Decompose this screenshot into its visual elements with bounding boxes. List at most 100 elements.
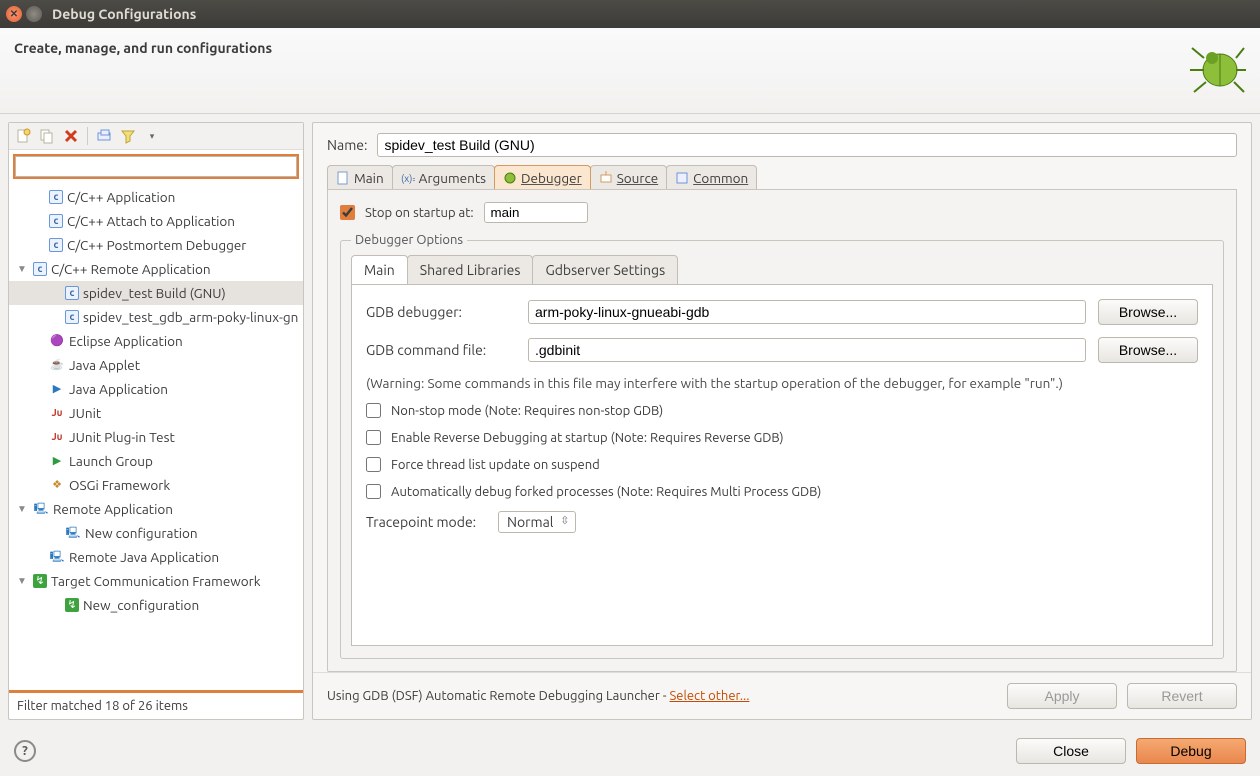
gdb-debugger-input[interactable] (528, 300, 1086, 324)
dialog-button-bar: ? Close Debug (0, 728, 1260, 776)
tree-item[interactable]: 🟣Eclipse Application (9, 329, 303, 353)
close-button[interactable]: Close (1016, 738, 1126, 764)
configurations-tree-panel: ▾ cC/C++ ApplicationcC/C++ Attach to App… (8, 122, 304, 720)
window-title: Debug Configurations (52, 6, 196, 22)
tree-item[interactable]: cC/C++ Application (9, 185, 303, 209)
debugger-options-legend: Debugger Options (351, 233, 467, 247)
tree-item-label: spidev_test Build (GNU) (83, 283, 226, 303)
tree-item[interactable]: 🖳New configuration (9, 521, 303, 545)
tree-item[interactable]: cC/C++ Postmortem Debugger (9, 233, 303, 257)
tree-item-label: spidev_test_gdb_arm-poky-linux-gn (83, 307, 298, 327)
filter-status: Filter matched 18 of 26 items (9, 690, 303, 719)
gdb-browse-button[interactable]: Browse... (1098, 299, 1198, 325)
subtab-shared-libraries[interactable]: Shared Libraries (407, 255, 534, 285)
duplicate-config-icon[interactable] (39, 128, 55, 144)
name-input[interactable] (377, 133, 1237, 157)
tree-item-label: OSGi Framework (69, 475, 170, 495)
debug-button[interactable]: Debug (1136, 738, 1246, 764)
tree-item[interactable]: cspidev_test_gdb_arm-poky-linux-gn (9, 305, 303, 329)
dialog-heading: Create, manage, and run configurations (14, 40, 272, 56)
tree-item-label: Remote Java Application (69, 547, 219, 567)
tab-common[interactable]: Common (666, 165, 757, 189)
delete-config-icon[interactable] (63, 128, 79, 144)
gdb-debugger-label: GDB debugger: (366, 304, 516, 320)
tree-item-label: C/C++ Postmortem Debugger (67, 235, 246, 255)
common-icon (675, 171, 689, 185)
args-icon: (x)= (401, 171, 415, 185)
apply-button[interactable]: Apply (1007, 683, 1117, 709)
tree-item[interactable]: ↯New_configuration (9, 593, 303, 617)
launcher-prefix: Using GDB (DSF) Automatic Remote Debuggi… (327, 689, 669, 703)
help-button[interactable]: ? (14, 740, 36, 762)
tree-item[interactable]: cspidev_test Build (GNU) (9, 281, 303, 305)
stop-on-startup-label: Stop on startup at: (365, 206, 474, 220)
tree-item-label: JUnit (69, 403, 101, 423)
filter-config-icon[interactable] (120, 128, 136, 144)
tree-item[interactable]: ▶Java Application (9, 377, 303, 401)
tree-item[interactable]: ▶Launch Group (9, 449, 303, 473)
tree-item[interactable]: JυJUnit Plug-in Test (9, 425, 303, 449)
window-close-button[interactable]: ✕ (6, 6, 22, 22)
tree-item[interactable]: ☕Java Applet (9, 353, 303, 377)
tree-item[interactable]: 🖳Remote Java Application (9, 545, 303, 569)
tree-item[interactable]: JυJUnit (9, 401, 303, 425)
source-icon (599, 171, 613, 185)
svg-text:(x)=: (x)= (401, 173, 415, 184)
name-label: Name: (327, 137, 367, 153)
doc-icon (336, 171, 350, 185)
launcher-row: Using GDB (DSF) Automatic Remote Debuggi… (313, 672, 1251, 719)
tree-item-label: New_configuration (83, 595, 199, 615)
gdb-cmdfile-input[interactable] (528, 338, 1086, 362)
tree-item-label: New configuration (85, 523, 198, 543)
debugger-subtabs: Main Shared Libraries Gdbserver Settings (351, 255, 1213, 285)
gdb-cmdfile-label: GDB command file: (366, 342, 516, 358)
tab-arguments[interactable]: (x)=Arguments (392, 165, 495, 189)
tree-item[interactable]: ❖OSGi Framework (9, 473, 303, 497)
force-thread-checkbox[interactable] (366, 457, 381, 472)
new-config-icon[interactable] (15, 128, 31, 144)
collapse-all-icon[interactable] (96, 128, 112, 144)
toolbar-separator (87, 127, 88, 145)
tree-arrow-icon: ▼ (17, 259, 29, 279)
tree-item[interactable]: ▼↯Target Communication Framework (9, 569, 303, 593)
stop-on-startup-checkbox[interactable] (340, 205, 355, 220)
titlebar: ✕ Debug Configurations (0, 0, 1260, 28)
dialog-content: ▾ cC/C++ ApplicationcC/C++ Attach to App… (0, 114, 1260, 728)
tracepoint-select[interactable]: Normal (498, 511, 576, 533)
reverse-label: Enable Reverse Debugging at startup (Not… (391, 431, 784, 445)
tree-item-label: Remote Application (53, 499, 173, 519)
tree-item[interactable]: ▼cC/C++ Remote Application (9, 257, 303, 281)
window-minimize-button[interactable] (26, 6, 42, 22)
nonstop-checkbox[interactable] (366, 403, 381, 418)
tree-item-label: Target Communication Framework (51, 571, 261, 591)
tree-item-label: C/C++ Application (67, 187, 175, 207)
revert-button[interactable]: Revert (1127, 683, 1237, 709)
filter-input[interactable] (15, 156, 297, 177)
config-tabs: Main (x)=Arguments Debugger Source Commo… (313, 165, 1251, 189)
stop-on-startup-input[interactable] (484, 202, 588, 223)
tree-item[interactable]: cC/C++ Attach to Application (9, 209, 303, 233)
tab-source[interactable]: Source (590, 165, 667, 189)
tree-item-label: Java Application (69, 379, 168, 399)
gdb-warning-text: (Warning: Some commands in this file may… (366, 375, 1198, 391)
cmdfile-browse-button[interactable]: Browse... (1098, 337, 1198, 363)
dialog-header: Create, manage, and run configurations (0, 28, 1260, 114)
debugger-tab-icon (503, 171, 517, 185)
auto-fork-label: Automatically debug forked processes (No… (391, 485, 821, 499)
auto-fork-checkbox[interactable] (366, 484, 381, 499)
tree-item-label: Java Applet (69, 355, 140, 375)
tab-debugger[interactable]: Debugger (494, 165, 591, 189)
tree-item-label: Eclipse Application (69, 331, 183, 351)
subtab-gdbserver-settings[interactable]: Gdbserver Settings (532, 255, 678, 285)
configurations-tree[interactable]: cC/C++ ApplicationcC/C++ Attach to Appli… (9, 183, 303, 690)
filter-dropdown-icon[interactable]: ▾ (144, 128, 160, 144)
select-other-launcher-link[interactable]: Select other... (669, 689, 749, 703)
tree-arrow-icon: ▼ (17, 571, 29, 591)
subtab-main[interactable]: Main (351, 255, 408, 285)
tracepoint-label: Tracepoint mode: (366, 514, 486, 530)
tree-item-label: C/C++ Remote Application (51, 259, 211, 279)
reverse-checkbox[interactable] (366, 430, 381, 445)
force-thread-label: Force thread list update on suspend (391, 458, 600, 472)
tab-main[interactable]: Main (327, 165, 393, 189)
tree-item[interactable]: ▼🖳Remote Application (9, 497, 303, 521)
